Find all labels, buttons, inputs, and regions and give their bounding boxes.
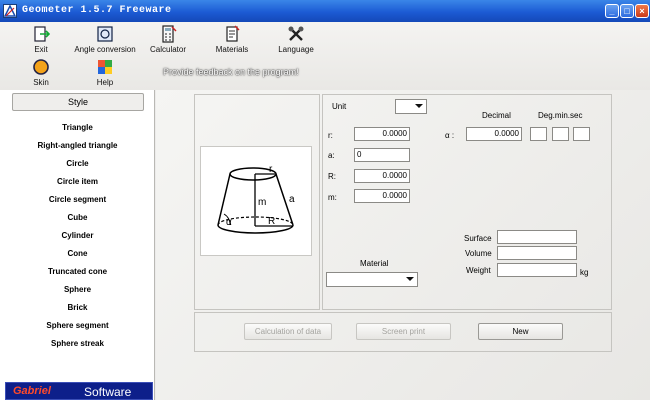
- a-label: a:: [328, 151, 335, 160]
- toolbar: Exit Angle conversion Calculator Materia…: [0, 22, 650, 90]
- diagram-label-alpha: α: [226, 217, 232, 228]
- chevron-down-icon: [415, 104, 423, 108]
- sidebar-item-right-angled-triangle[interactable]: Right-angled triangle: [0, 141, 155, 150]
- unit-dropdown[interactable]: [395, 99, 427, 114]
- new-button[interactable]: New: [478, 323, 563, 340]
- window-title: Geometer 1.5.7 Freeware: [22, 5, 172, 16]
- chevron-down-icon: [406, 277, 414, 281]
- style-button[interactable]: Style: [12, 93, 144, 111]
- feedback-link[interactable]: Provide feedback on the program!: [163, 67, 299, 77]
- help-button[interactable]: Help: [70, 58, 140, 87]
- sidebar-item-circle-item[interactable]: Circle item: [0, 177, 155, 186]
- sidebar-item-cube[interactable]: Cube: [0, 213, 155, 222]
- sidebar-item-truncated-cone[interactable]: Truncated cone: [0, 267, 155, 276]
- R-input[interactable]: 0.0000: [354, 169, 410, 183]
- r-input[interactable]: 0.0000: [354, 127, 410, 141]
- m-input[interactable]: 0.0000: [354, 189, 410, 203]
- angle-conversion-label: Angle conversion: [74, 45, 136, 54]
- volume-output: [497, 246, 577, 260]
- minimize-button[interactable]: _: [605, 4, 619, 18]
- unit-label: Unit: [332, 102, 347, 111]
- language-label: Language: [278, 45, 314, 54]
- skin-label: Skin: [33, 78, 49, 87]
- weight-unit: kg: [580, 268, 589, 277]
- a-input[interactable]: 0: [354, 148, 410, 162]
- brand-logo: Gabriel Software: [5, 382, 153, 400]
- help-label: Help: [96, 78, 114, 87]
- title-bar: Geometer 1.5.7 Freeware _ □ ×: [0, 0, 650, 22]
- diagram-label-a: a: [289, 194, 295, 205]
- sidebar-item-cylinder[interactable]: Cylinder: [0, 231, 155, 240]
- angle-conversion-button[interactable]: Angle conversion: [70, 25, 140, 54]
- materials-button[interactable]: Materials: [197, 25, 267, 54]
- m-label: m:: [328, 193, 337, 202]
- language-icon: [288, 26, 304, 41]
- calculator-label: Calculator: [149, 45, 186, 54]
- language-button[interactable]: Language: [261, 25, 331, 54]
- alpha-decimal-input[interactable]: 0.0000: [466, 127, 522, 141]
- sidebar-item-cone[interactable]: Cone: [0, 249, 155, 258]
- diagram-label-m: m: [258, 197, 266, 208]
- materials-label: Materials: [215, 45, 249, 54]
- material-label: Material: [360, 259, 389, 268]
- R-label: R:: [328, 172, 336, 181]
- minimize-icon: _: [609, 6, 615, 16]
- sidebar-item-sphere-segment[interactable]: Sphere segment: [0, 321, 155, 330]
- sidebar-item-brick[interactable]: Brick: [0, 303, 155, 312]
- sidebar-item-sphere[interactable]: Sphere: [0, 285, 155, 294]
- exit-icon: [34, 26, 50, 42]
- calculator-icon: [162, 25, 177, 43]
- exit-label: Exit: [34, 45, 48, 54]
- sidebar-item-circle-segment[interactable]: Circle segment: [0, 195, 155, 204]
- app-icon: [3, 4, 17, 18]
- maximize-button[interactable]: □: [620, 4, 634, 18]
- material-dropdown[interactable]: [326, 272, 418, 287]
- decimal-label: Decimal: [482, 111, 511, 120]
- degminsec-label: Deg.min.sec: [538, 111, 583, 120]
- angle-conversion-icon: [97, 26, 113, 42]
- sidebar-item-triangle[interactable]: Triangle: [0, 123, 155, 132]
- alpha-seconds-input[interactable]: [573, 127, 590, 141]
- brand-name-left: Gabriel: [13, 385, 51, 397]
- main-content: r a m α R Unit r: 0.0000 a: 0 R: 0.0000 …: [156, 90, 650, 400]
- alpha-label: α :: [445, 131, 455, 140]
- volume-label: Volume: [465, 249, 492, 258]
- exit-button[interactable]: Exit: [6, 25, 76, 54]
- maximize-icon: □: [624, 6, 630, 16]
- truncated-cone-diagram: r a m α R: [200, 146, 312, 256]
- help-icon: [98, 60, 112, 74]
- sidebar-item-sphere-streak[interactable]: Sphere streak: [0, 339, 155, 348]
- weight-output: [497, 263, 577, 277]
- close-icon: ×: [639, 6, 645, 16]
- skin-button[interactable]: Skin: [6, 58, 76, 87]
- calculation-button[interactable]: Calculation of data: [244, 323, 332, 340]
- brand-name-right: Software: [84, 385, 132, 399]
- alpha-minutes-input[interactable]: [552, 127, 569, 141]
- materials-icon: [226, 25, 240, 42]
- weight-label: Weight: [466, 266, 491, 275]
- calculator-button[interactable]: Calculator: [133, 25, 203, 54]
- close-button[interactable]: ×: [635, 4, 649, 18]
- shape-sidebar: Style Triangle Right-angled triangle Cir…: [0, 90, 155, 400]
- surface-output: [497, 230, 577, 244]
- screen-print-button[interactable]: Screen print: [356, 323, 451, 340]
- skin-icon: [33, 59, 49, 75]
- sidebar-item-circle[interactable]: Circle: [0, 159, 155, 168]
- r-label: r:: [328, 131, 333, 140]
- surface-label: Surface: [464, 234, 492, 243]
- alpha-degrees-input[interactable]: [530, 127, 547, 141]
- diagram-label-R: R: [268, 216, 275, 227]
